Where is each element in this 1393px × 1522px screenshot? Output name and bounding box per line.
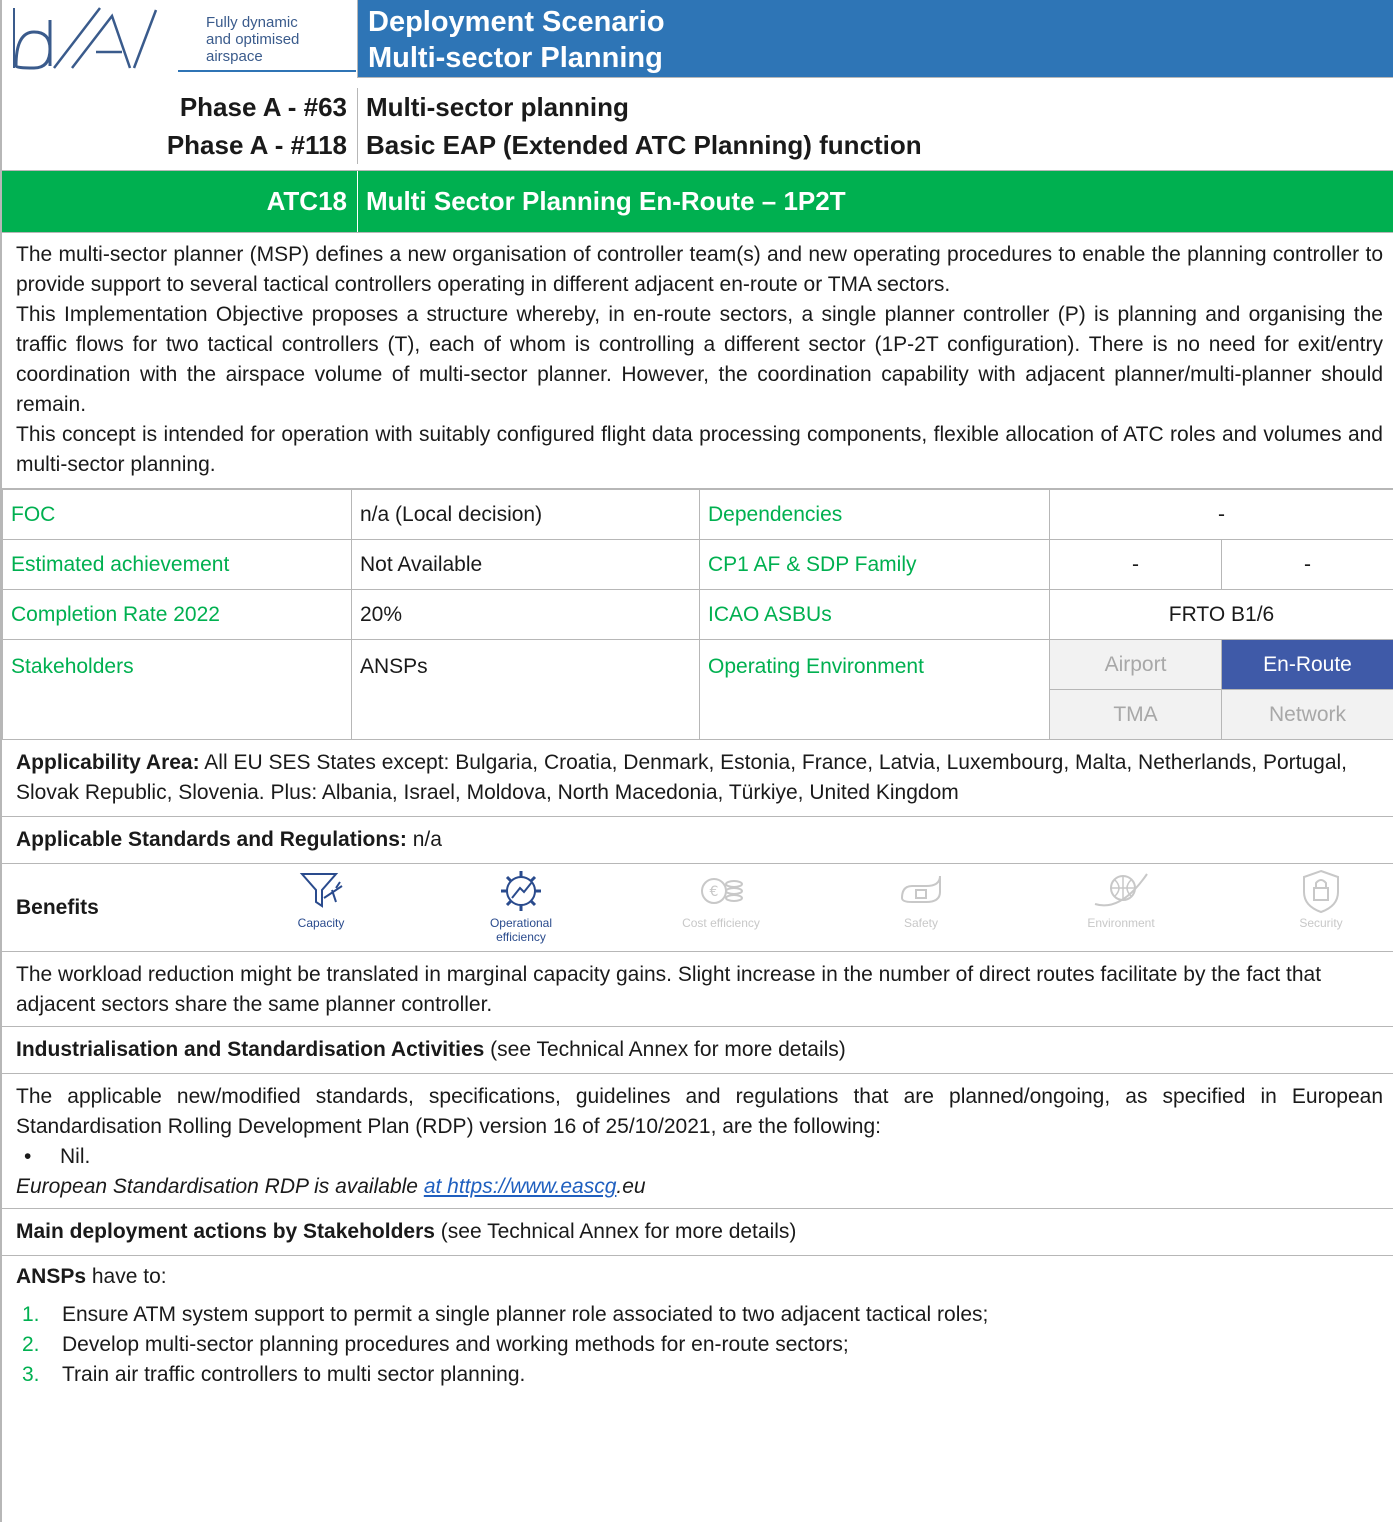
logo: Fully dynamic and optimised airspace <box>2 0 358 78</box>
description-paragraph: This concept is intended for operation w… <box>16 423 1383 476</box>
env-tma: TMA <box>1049 689 1222 740</box>
title-line-2: Multi-sector Planning <box>368 42 663 74</box>
industrialisation-body: The applicable new/modified standards, s… <box>2 1074 1393 1209</box>
applicability-label: Applicability Area: <box>16 751 200 774</box>
stakeholders-label: Stakeholders <box>2 639 352 740</box>
cp1-value-2: - <box>1221 539 1393 590</box>
header: Fully dynamic and optimised airspace Dep… <box>2 0 1393 78</box>
description-paragraph: This Implementation Objective proposes a… <box>16 303 1383 416</box>
objective-name: Multi Sector Planning En-Route – 1P2T <box>366 186 846 217</box>
benefit-icons: Capacity Operational efficiency € Cost e… <box>166 864 1393 952</box>
phase-code: Phase A - #63 <box>2 88 358 126</box>
standards-text: n/a <box>406 828 442 851</box>
info-table: FOC n/a (Local decision) Dependencies - … <box>2 489 1393 740</box>
stakeholders-value: ANSPs <box>351 639 700 740</box>
dependencies-value: - <box>1049 489 1393 540</box>
standards-label: Applicable Standards and Regulations: <box>16 828 407 851</box>
industrialisation-label: Industrialisation and Standardisation Ac… <box>16 1038 485 1061</box>
actions-list: 1. Ensure ATM system support to permit a … <box>16 1300 1383 1390</box>
actions-label: Main deployment actions by Stakeholders <box>16 1220 435 1243</box>
safety-icon <box>900 875 941 903</box>
cp1-label: CP1 AF & SDP Family <box>699 539 1050 590</box>
operating-environment-label: Operating Environment <box>699 639 1050 740</box>
cost-efficiency-benefit: € Cost efficiency <box>656 868 786 930</box>
svg-text:€: € <box>710 884 719 900</box>
benefit-caption: Capacity <box>297 915 345 930</box>
environment-icon <box>1094 872 1148 906</box>
benefit-caption: Operational efficiency <box>489 915 553 944</box>
cp1-value-1: - <box>1049 539 1222 590</box>
estimated-achievement-label: Estimated achievement <box>2 539 352 590</box>
completion-rate-label: Completion Rate 2022 <box>2 589 352 640</box>
env-enroute: En-Route <box>1221 639 1393 690</box>
standards: Applicable Standards and Regulations: n/… <box>2 817 1393 864</box>
benefits-text: The workload reduction might be translat… <box>2 952 1393 1027</box>
phase-list: Phase A - #63 Multi-sector planning Phas… <box>2 78 1393 171</box>
phase-name: Multi-sector planning <box>366 92 629 122</box>
capacity-icon <box>299 872 343 908</box>
safety-benefit: Safety <box>856 868 986 930</box>
dependencies-label: Dependencies <box>699 489 1050 540</box>
actions-body: ANSPs have to: 1. Ensure ATM system suppo… <box>2 1256 1393 1390</box>
logo-tagline: Fully dynamic and optimised airspace <box>206 14 300 65</box>
phase-row: Phase A - #63 Multi-sector planning <box>2 88 1393 126</box>
bullet-text: Nil. <box>60 1145 91 1168</box>
completion-rate-value: 20% <box>351 589 700 640</box>
rdp-note: European Standardisation RDP is availabl… <box>16 1172 1383 1202</box>
benefit-caption: Cost efficiency <box>682 915 760 930</box>
cost-efficiency-icon: € <box>701 877 743 904</box>
ansps-suffix: have to: <box>86 1265 167 1288</box>
security-icon <box>1303 869 1339 913</box>
operational-efficiency-benefit: Operational efficiency <box>456 868 586 944</box>
objective-bar: ATC18 Multi Sector Planning En-Route – 1… <box>2 171 1393 233</box>
operational-efficiency-icon <box>501 870 541 911</box>
list-item: 1. Ensure ATM system support to permit a … <box>22 1303 989 1326</box>
icao-asbus-label: ICAO ASBUs <box>699 589 1050 640</box>
industrialisation-note: (see Technical Annex for more details) <box>484 1038 846 1061</box>
icao-asbus-value: FRTO B1/6 <box>1049 589 1393 640</box>
description-paragraph: The multi-sector planner (MSP) defines a… <box>16 243 1383 296</box>
phase-row: Phase A - #118 Basic EAP (Extended ATC P… <box>2 126 1393 164</box>
objective-code: ATC18 <box>2 171 358 232</box>
list-item: 3. Train air traffic controllers to multi… <box>22 1363 526 1386</box>
da-logo-icon <box>13 7 158 70</box>
benefit-caption: Safety <box>903 915 939 930</box>
security-benefit: Security <box>1256 868 1386 930</box>
env-network: Network <box>1221 689 1393 740</box>
phase-code: Phase A - #118 <box>2 126 358 164</box>
description: The multi-sector planner (MSP) defines a… <box>2 233 1393 489</box>
page: Fully dynamic and optimised airspace Dep… <box>0 0 1393 1522</box>
industrialisation-text: The applicable new/modified standards, s… <box>16 1085 1383 1138</box>
benefits-row: Benefits Capacity Operationalefficiency <box>2 864 1393 952</box>
benefit-caption: Security <box>1299 915 1343 930</box>
industrialisation-heading: Industrialisation and Standardisation Ac… <box>2 1027 1393 1074</box>
rdp-link[interactable]: at https://www.eascg <box>424 1175 617 1198</box>
environment-benefit: Environment <box>1056 868 1186 930</box>
rdp-prefix: European Standardisation RDP is availabl… <box>16 1175 424 1198</box>
list-item: 2. Develop multi-sector planning procedur… <box>22 1333 849 1356</box>
page-title: Deployment Scenario Multi-sector Plannin… <box>358 0 1393 77</box>
foc-label: FOC <box>2 489 352 540</box>
bullet-icon: • <box>24 1145 32 1168</box>
benefit-caption: Environment <box>1087 915 1155 930</box>
actions-note: (see Technical Annex for more details) <box>434 1220 797 1243</box>
ansps-intro: ANSPs have to: <box>16 1262 1383 1292</box>
ansps-label: ANSPs <box>16 1265 87 1288</box>
industrialisation-bullet: • Nil. <box>16 1142 1383 1172</box>
applicability-text: All EU SES States except: Bulgaria, Croa… <box>16 751 1348 804</box>
capacity-benefit: Capacity <box>256 868 386 930</box>
logo-underline <box>178 70 356 72</box>
env-airport: Airport <box>1049 639 1222 690</box>
actions-heading: Main deployment actions by Stakeholders … <box>2 1209 1393 1256</box>
benefits-label: Benefits <box>16 895 99 919</box>
title-line-1: Deployment Scenario <box>368 6 665 38</box>
rdp-suffix: .eu <box>616 1175 646 1198</box>
estimated-achievement-value: Not Available <box>351 539 700 590</box>
applicability-area: Applicability Area: All EU SES States ex… <box>2 740 1393 817</box>
phase-name: Basic EAP (Extended ATC Planning) functi… <box>366 130 922 160</box>
foc-value: n/a (Local decision) <box>351 489 700 540</box>
